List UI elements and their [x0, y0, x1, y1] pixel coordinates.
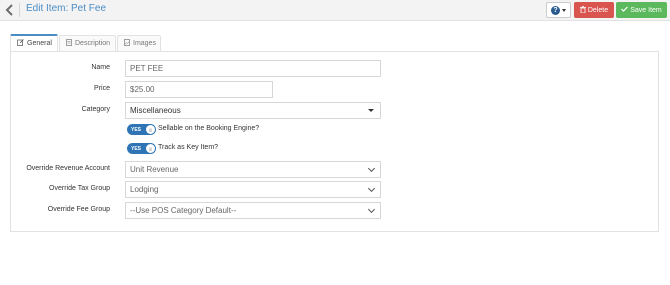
tab-description[interactable]: Description	[59, 35, 116, 51]
override-fee-select[interactable]: --Use POS Category Default--	[125, 202, 381, 219]
help-icon: ?	[551, 5, 560, 15]
top-bar: Edit Item: Pet Fee ? Delete Save Item	[0, 0, 670, 21]
sellable-label: Sellable on the Booking Engine?	[158, 125, 260, 132]
toggle-knob: |||	[146, 144, 155, 153]
trash-icon	[579, 5, 586, 15]
override-fee-value: --Use POS Category Default--	[130, 206, 237, 215]
header-divider	[19, 3, 20, 17]
tab-label: General	[27, 40, 52, 47]
image-icon	[124, 39, 130, 48]
delete-button[interactable]: Delete	[574, 2, 614, 18]
tab-label: Images	[133, 40, 156, 47]
name-input[interactable]: PET FEE	[125, 60, 381, 77]
sellable-toggle[interactable]: YES |||	[127, 124, 156, 135]
toggle-knob: |||	[146, 125, 155, 134]
check-icon	[621, 6, 629, 14]
override-revenue-label: Override Revenue Account	[26, 165, 110, 172]
toggle-on-text: YES	[131, 126, 142, 133]
override-tax-value: Lodging	[130, 185, 159, 194]
override-tax-label: Override Tax Group	[49, 185, 110, 192]
caret-down-icon	[368, 109, 374, 112]
back-chevron-icon[interactable]	[4, 4, 16, 16]
category-label: Category	[81, 106, 110, 113]
help-button[interactable]: ?	[546, 2, 571, 18]
chevron-down-icon	[367, 164, 376, 172]
edit-icon	[17, 39, 24, 48]
tab-images[interactable]: Images	[117, 35, 161, 51]
page-title: Edit Item: Pet Fee	[26, 3, 107, 14]
delete-button-label: Delete	[587, 6, 609, 14]
category-value: Miscellaneous	[130, 106, 181, 115]
save-button-label: Save Item	[630, 6, 662, 14]
price-label: Price	[94, 85, 110, 92]
caret-down-icon	[562, 8, 566, 12]
chevron-down-icon	[367, 205, 376, 213]
tab-general[interactable]: General	[10, 34, 58, 51]
tab-label: Description	[75, 40, 111, 47]
override-revenue-value: Unit Revenue	[130, 165, 179, 174]
override-revenue-select[interactable]: Unit Revenue	[125, 161, 381, 178]
chevron-down-icon	[367, 184, 376, 192]
override-fee-label: Override Fee Group	[47, 206, 110, 213]
track-key-label: Track as Key Item?	[158, 144, 219, 151]
price-input[interactable]: $25.00	[125, 81, 273, 98]
toggle-on-text: YES	[131, 145, 142, 152]
category-select[interactable]: Miscellaneous	[125, 102, 381, 119]
document-icon	[66, 39, 72, 48]
save-item-button[interactable]: Save Item	[616, 2, 667, 18]
name-label: Name	[91, 64, 110, 71]
track-key-toggle[interactable]: YES |||	[127, 143, 156, 154]
override-tax-select[interactable]: Lodging	[125, 181, 381, 198]
